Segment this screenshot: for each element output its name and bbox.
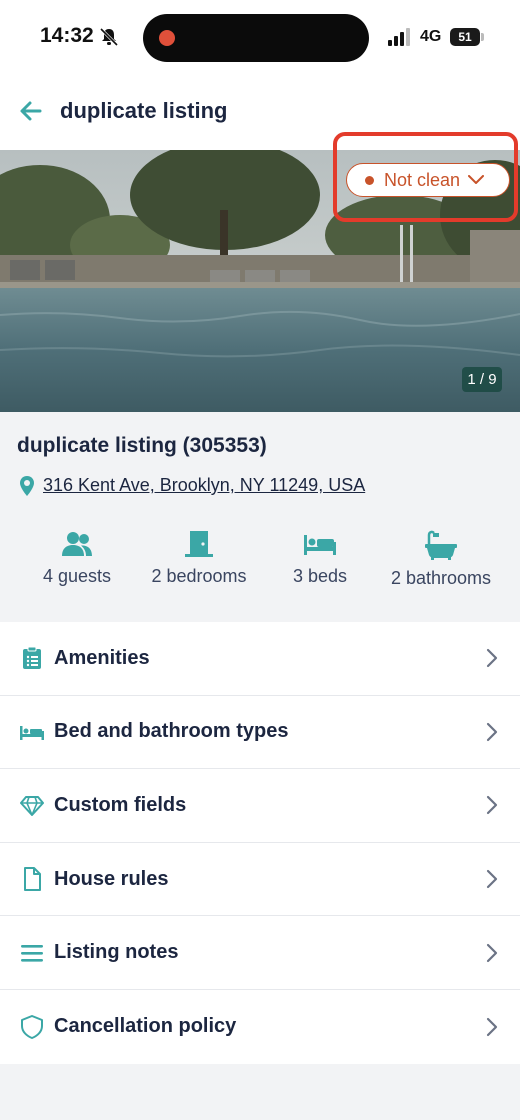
battery-tip — [481, 33, 484, 41]
dynamic-island — [143, 14, 369, 62]
signal-icon — [388, 28, 410, 46]
list-icon — [21, 944, 43, 962]
diamond-icon — [20, 796, 44, 817]
chevron-right-icon — [486, 649, 498, 668]
menu-label: Custom fields — [54, 793, 187, 816]
chevron-right-icon — [486, 796, 498, 815]
stat-label: 2 bedrooms — [151, 566, 247, 586]
page-title: duplicate listing — [60, 98, 228, 123]
listing-name: duplicate listing (305353) — [17, 434, 267, 457]
back-arrow-icon[interactable] — [18, 98, 44, 124]
menu-label: Listing notes — [54, 941, 179, 964]
listing-menu: Amenities Bed and bathroom types Custom … — [0, 622, 520, 1064]
menu-label: Cancellation policy — [54, 1015, 237, 1038]
network-type: 4G — [420, 28, 442, 45]
shield-icon — [21, 1014, 43, 1039]
menu-item-listing-notes[interactable]: Listing notes — [0, 916, 520, 990]
status-dot — [365, 175, 374, 185]
stat-beds: 3 beds — [285, 530, 355, 587]
document-icon — [24, 867, 41, 892]
menu-item-house-rules[interactable]: House rules — [0, 843, 520, 917]
menu-item-custom-fields[interactable]: Custom fields — [0, 769, 520, 843]
chevron-right-icon — [486, 722, 498, 741]
cleaning-status-label: Not clean — [384, 169, 461, 190]
listing-info: duplicate listing (305353) 316 Kent Ave,… — [0, 412, 520, 622]
menu-label: House rules — [54, 867, 169, 890]
stat-bathrooms: 2 bathrooms — [383, 530, 499, 589]
stat-label: 4 guests — [42, 566, 112, 586]
chevron-down-icon — [468, 175, 485, 184]
stat-label: 2 bathrooms — [390, 568, 492, 588]
bed-icon — [20, 725, 44, 740]
clipboard-icon — [23, 646, 41, 670]
status-time: 14:32 — [40, 24, 94, 47]
menu-item-bed-bath-types[interactable]: Bed and bathroom types — [0, 696, 520, 770]
bell-muted-icon — [99, 27, 119, 47]
menu-item-amenities[interactable]: Amenities — [0, 622, 520, 696]
menu-item-cancellation-policy[interactable]: Cancellation policy — [0, 990, 520, 1064]
menu-label: Amenities — [54, 646, 150, 669]
bed-icon — [304, 535, 336, 555]
photo-counter: 1 / 9 — [462, 367, 502, 392]
bedroom-door-icon — [185, 531, 213, 557]
chevron-right-icon — [486, 1017, 498, 1036]
battery-icon: 51 — [450, 28, 480, 46]
status-bar: 14:32 4G 51 — [0, 0, 520, 76]
address-link[interactable]: 316 Kent Ave, Brooklyn, NY 11249, USA — [43, 475, 365, 496]
chevron-right-icon — [486, 943, 498, 962]
menu-label: Bed and bathroom types — [54, 720, 289, 743]
stat-guests: 4 guests — [37, 530, 117, 587]
bathtub-icon — [425, 530, 457, 560]
cleaning-status-dropdown[interactable]: Not clean — [346, 163, 510, 197]
stat-bedrooms: 2 bedrooms — [143, 530, 255, 587]
guests-icon — [62, 532, 92, 556]
stat-label: 3 beds — [292, 566, 348, 586]
location-pin-icon — [20, 476, 34, 496]
recording-indicator — [159, 30, 175, 46]
chevron-right-icon — [486, 869, 498, 889]
